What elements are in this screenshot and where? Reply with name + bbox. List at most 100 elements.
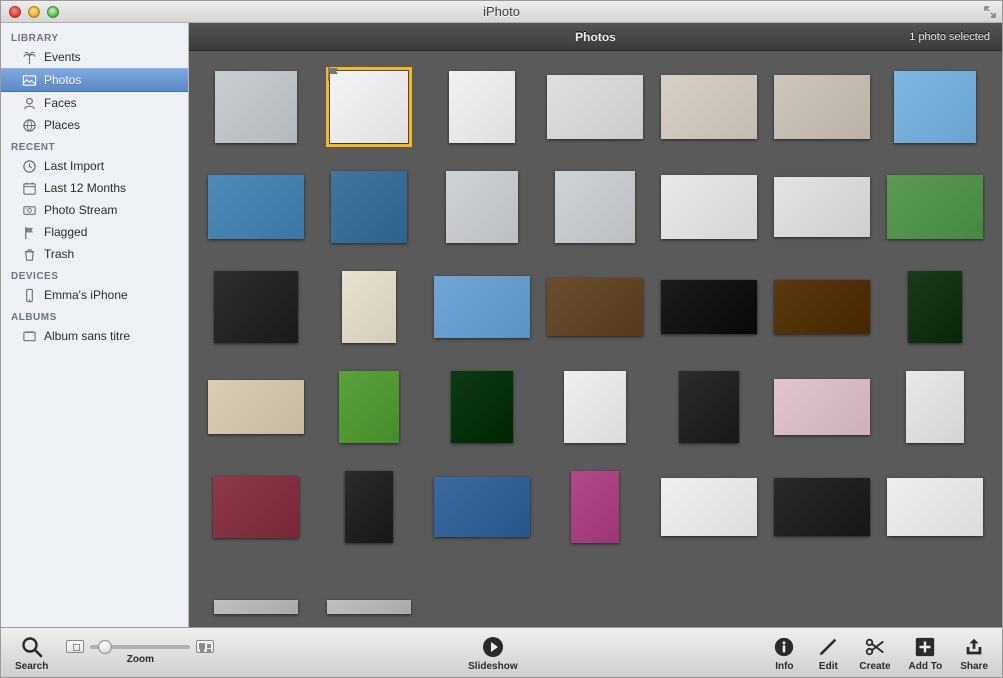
sidebar-item-faces[interactable]: Faces — [1, 92, 188, 114]
sidebar-item-events[interactable]: Events — [1, 46, 188, 68]
photo-thumbnail[interactable] — [208, 171, 304, 243]
sidebar-item-places[interactable]: Places — [1, 114, 188, 136]
sidebar-item-label: Flagged — [44, 225, 87, 239]
scissors-icon — [862, 634, 888, 660]
photo-thumbnail[interactable] — [434, 271, 530, 343]
search-label: Search — [15, 661, 48, 672]
photo-thumbnail[interactable] — [887, 71, 983, 143]
photo-thumbnail[interactable] — [661, 371, 757, 443]
add-to-button[interactable]: Add To — [909, 634, 943, 672]
photo-thumbnail[interactable] — [434, 371, 530, 443]
edit-label: Edit — [819, 661, 838, 672]
info-button[interactable]: Info — [771, 634, 797, 672]
sidebar-item-emma-s-iphone[interactable]: Emma's iPhone — [1, 284, 188, 306]
photo-thumbnail[interactable] — [887, 271, 983, 343]
photo-thumbnail[interactable] — [661, 71, 757, 143]
photo-thumbnail[interactable] — [208, 271, 304, 343]
photo-thumbnail[interactable] — [887, 371, 983, 443]
sidebar-item-label: Photos — [44, 73, 81, 87]
photo-thumbnail[interactable] — [774, 171, 870, 243]
sidebar-item-photo-stream[interactable]: Photo Stream — [1, 199, 188, 221]
photo-thumbnail[interactable] — [208, 371, 304, 443]
content-title: Photos — [189, 30, 1002, 44]
plus-icon — [912, 634, 938, 660]
calendar-icon — [21, 180, 37, 196]
search-icon — [19, 634, 45, 660]
photo-thumbnail[interactable] — [547, 371, 643, 443]
sidebar-section-header: LIBRARY — [1, 27, 188, 46]
zoom-slider[interactable] — [90, 645, 190, 649]
photo-thumbnail[interactable] — [661, 171, 757, 243]
sidebar-item-photos[interactable]: Photos — [1, 68, 188, 92]
photo-thumbnail[interactable] — [434, 171, 530, 243]
zoom-label: Zoom — [127, 654, 154, 665]
photo-thumbnail[interactable] — [547, 71, 643, 143]
share-icon — [961, 634, 987, 660]
photo-thumbnail[interactable] — [321, 571, 417, 627]
pencil-icon — [815, 634, 841, 660]
photo-thumbnail[interactable] — [887, 171, 983, 243]
photo-thumbnail[interactable] — [208, 71, 304, 143]
slideshow-button[interactable]: Slideshow — [468, 634, 517, 672]
sidebar-item-label: Events — [44, 50, 81, 64]
photo-thumbnail[interactable] — [547, 271, 643, 343]
sidebar-item-flagged[interactable]: Flagged — [1, 221, 188, 243]
close-window-button[interactable] — [9, 6, 21, 18]
sidebar-item-label: Faces — [44, 96, 77, 110]
face-icon — [21, 95, 37, 111]
photo-thumbnail[interactable] — [434, 471, 530, 543]
search-button[interactable]: Search — [15, 634, 48, 672]
sidebar-section-header: ALBUMS — [1, 306, 188, 325]
info-icon — [771, 634, 797, 660]
photo-thumbnail[interactable] — [547, 471, 643, 543]
create-button[interactable]: Create — [859, 634, 890, 672]
sidebar-item-label: Photo Stream — [44, 203, 117, 217]
photo-thumbnail[interactable] — [661, 471, 757, 543]
photo-thumbnail[interactable] — [321, 271, 417, 343]
sidebar-item-last-12-months[interactable]: Last 12 Months — [1, 177, 188, 199]
bottom-toolbar: Search Zoom Slideshow Info Edit — [1, 627, 1002, 677]
play-icon — [480, 634, 506, 660]
flag-badge-icon — [327, 67, 341, 81]
photo-thumbnail[interactable] — [774, 71, 870, 143]
album-icon — [21, 328, 37, 344]
palm-icon — [21, 49, 37, 65]
photo-thumbnail[interactable] — [321, 171, 417, 243]
sidebar-item-label: Last Import — [44, 159, 104, 173]
window-controls — [9, 6, 59, 18]
share-label: Share — [960, 661, 988, 672]
zoom-min-icon[interactable] — [66, 640, 84, 653]
sidebar-item-trash[interactable]: Trash — [1, 243, 188, 265]
zoom-window-button[interactable] — [47, 6, 59, 18]
globe-icon — [21, 117, 37, 133]
photo-thumbnail[interactable] — [321, 71, 417, 143]
photo-thumbnail[interactable] — [774, 471, 870, 543]
photo-thumbnail[interactable] — [774, 371, 870, 443]
sidebar-item-label: Last 12 Months — [44, 181, 126, 195]
photo-thumbnail[interactable] — [208, 571, 304, 627]
edit-button[interactable]: Edit — [815, 634, 841, 672]
flag-icon — [21, 224, 37, 240]
photo-thumbnail[interactable] — [774, 271, 870, 343]
photo-thumbnail[interactable] — [547, 171, 643, 243]
photo-thumbnail[interactable] — [321, 371, 417, 443]
zoom-slider-thumb[interactable] — [98, 640, 112, 654]
photo-thumbnail[interactable] — [661, 271, 757, 343]
zoom-max-icon[interactable] — [196, 640, 214, 653]
sidebar-item-label: Trash — [44, 247, 74, 261]
minimize-window-button[interactable] — [28, 6, 40, 18]
photo-thumbnail[interactable] — [321, 471, 417, 543]
photo-thumbnail[interactable] — [887, 471, 983, 543]
sidebar-item-album-sans-titre[interactable]: Album sans titre — [1, 325, 188, 347]
sidebar-item-last-import[interactable]: Last Import — [1, 155, 188, 177]
fullscreen-icon[interactable] — [982, 4, 998, 20]
sidebar-section-header: RECENT — [1, 136, 188, 155]
content-area: Photos 1 photo selected — [189, 23, 1002, 627]
titlebar: iPhoto — [1, 1, 1002, 23]
photo-thumbnail[interactable] — [434, 71, 530, 143]
photo-thumbnail[interactable] — [208, 471, 304, 543]
create-label: Create — [859, 661, 890, 672]
stream-icon — [21, 202, 37, 218]
share-button[interactable]: Share — [960, 634, 988, 672]
photo-grid[interactable] — [189, 51, 1002, 627]
